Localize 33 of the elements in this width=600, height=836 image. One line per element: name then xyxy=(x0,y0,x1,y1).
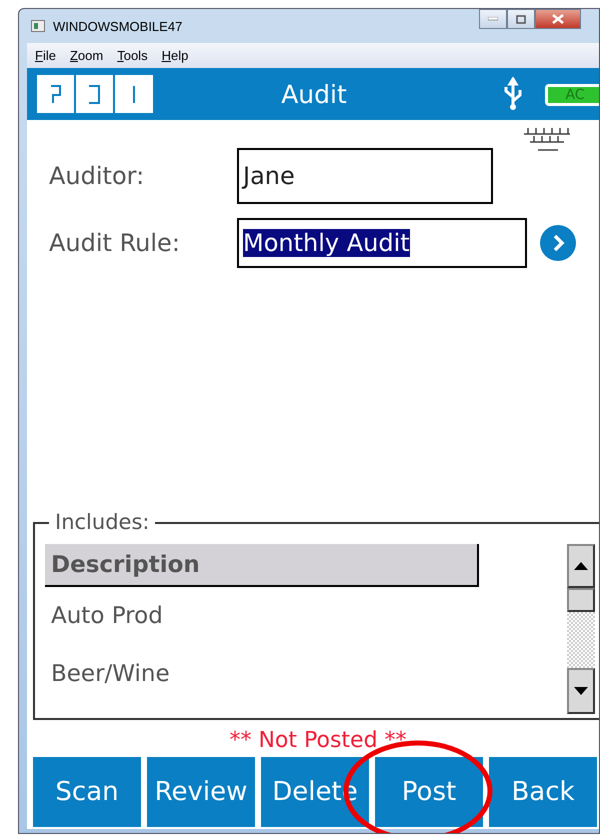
menu-item[interactable]: Help xyxy=(162,48,188,63)
column-header[interactable]: Description xyxy=(45,544,479,587)
toolbar-button[interactable]: Scan xyxy=(33,757,141,827)
input-field[interactable]: Jane xyxy=(237,148,493,204)
menu-item[interactable]: File xyxy=(35,48,56,63)
scroll-thumb[interactable] xyxy=(567,588,595,612)
menu-item[interactable]: Tools xyxy=(117,48,148,63)
list-item[interactable]: Auto Prod xyxy=(45,587,599,645)
status-text: ** Not Posted ** xyxy=(228,728,408,753)
arrow-button[interactable] xyxy=(540,225,576,261)
maximize-icon xyxy=(516,14,526,24)
menu-item[interactable]: Zoom xyxy=(70,48,104,63)
window-title: WINDOWSMOBILE47 xyxy=(53,18,182,34)
app-icon xyxy=(31,20,45,32)
screen-title: Audit xyxy=(280,80,348,108)
close-button[interactable] xyxy=(535,9,581,29)
up-arrow-icon xyxy=(574,562,588,570)
scrollbar[interactable] xyxy=(567,544,595,714)
input-field[interactable]: Monthly Audit xyxy=(237,218,527,268)
close-icon xyxy=(552,14,564,24)
logo-icon xyxy=(37,75,153,113)
toolbar-button[interactable]: Back xyxy=(489,757,597,827)
toolbar-button[interactable]: Post xyxy=(375,757,483,827)
usb-icon xyxy=(502,77,524,111)
minimize-button[interactable] xyxy=(479,9,507,29)
battery-icon: AC xyxy=(545,84,599,106)
field-label: Auditor: xyxy=(48,162,146,190)
maximize-button[interactable] xyxy=(507,9,535,29)
minimize-icon xyxy=(488,17,498,21)
field-label: Audit Rule: xyxy=(48,229,181,257)
down-arrow-icon xyxy=(574,687,588,695)
toolbar-button[interactable]: Review xyxy=(147,757,255,827)
list-item[interactable]: Beer/Wine xyxy=(45,645,599,703)
